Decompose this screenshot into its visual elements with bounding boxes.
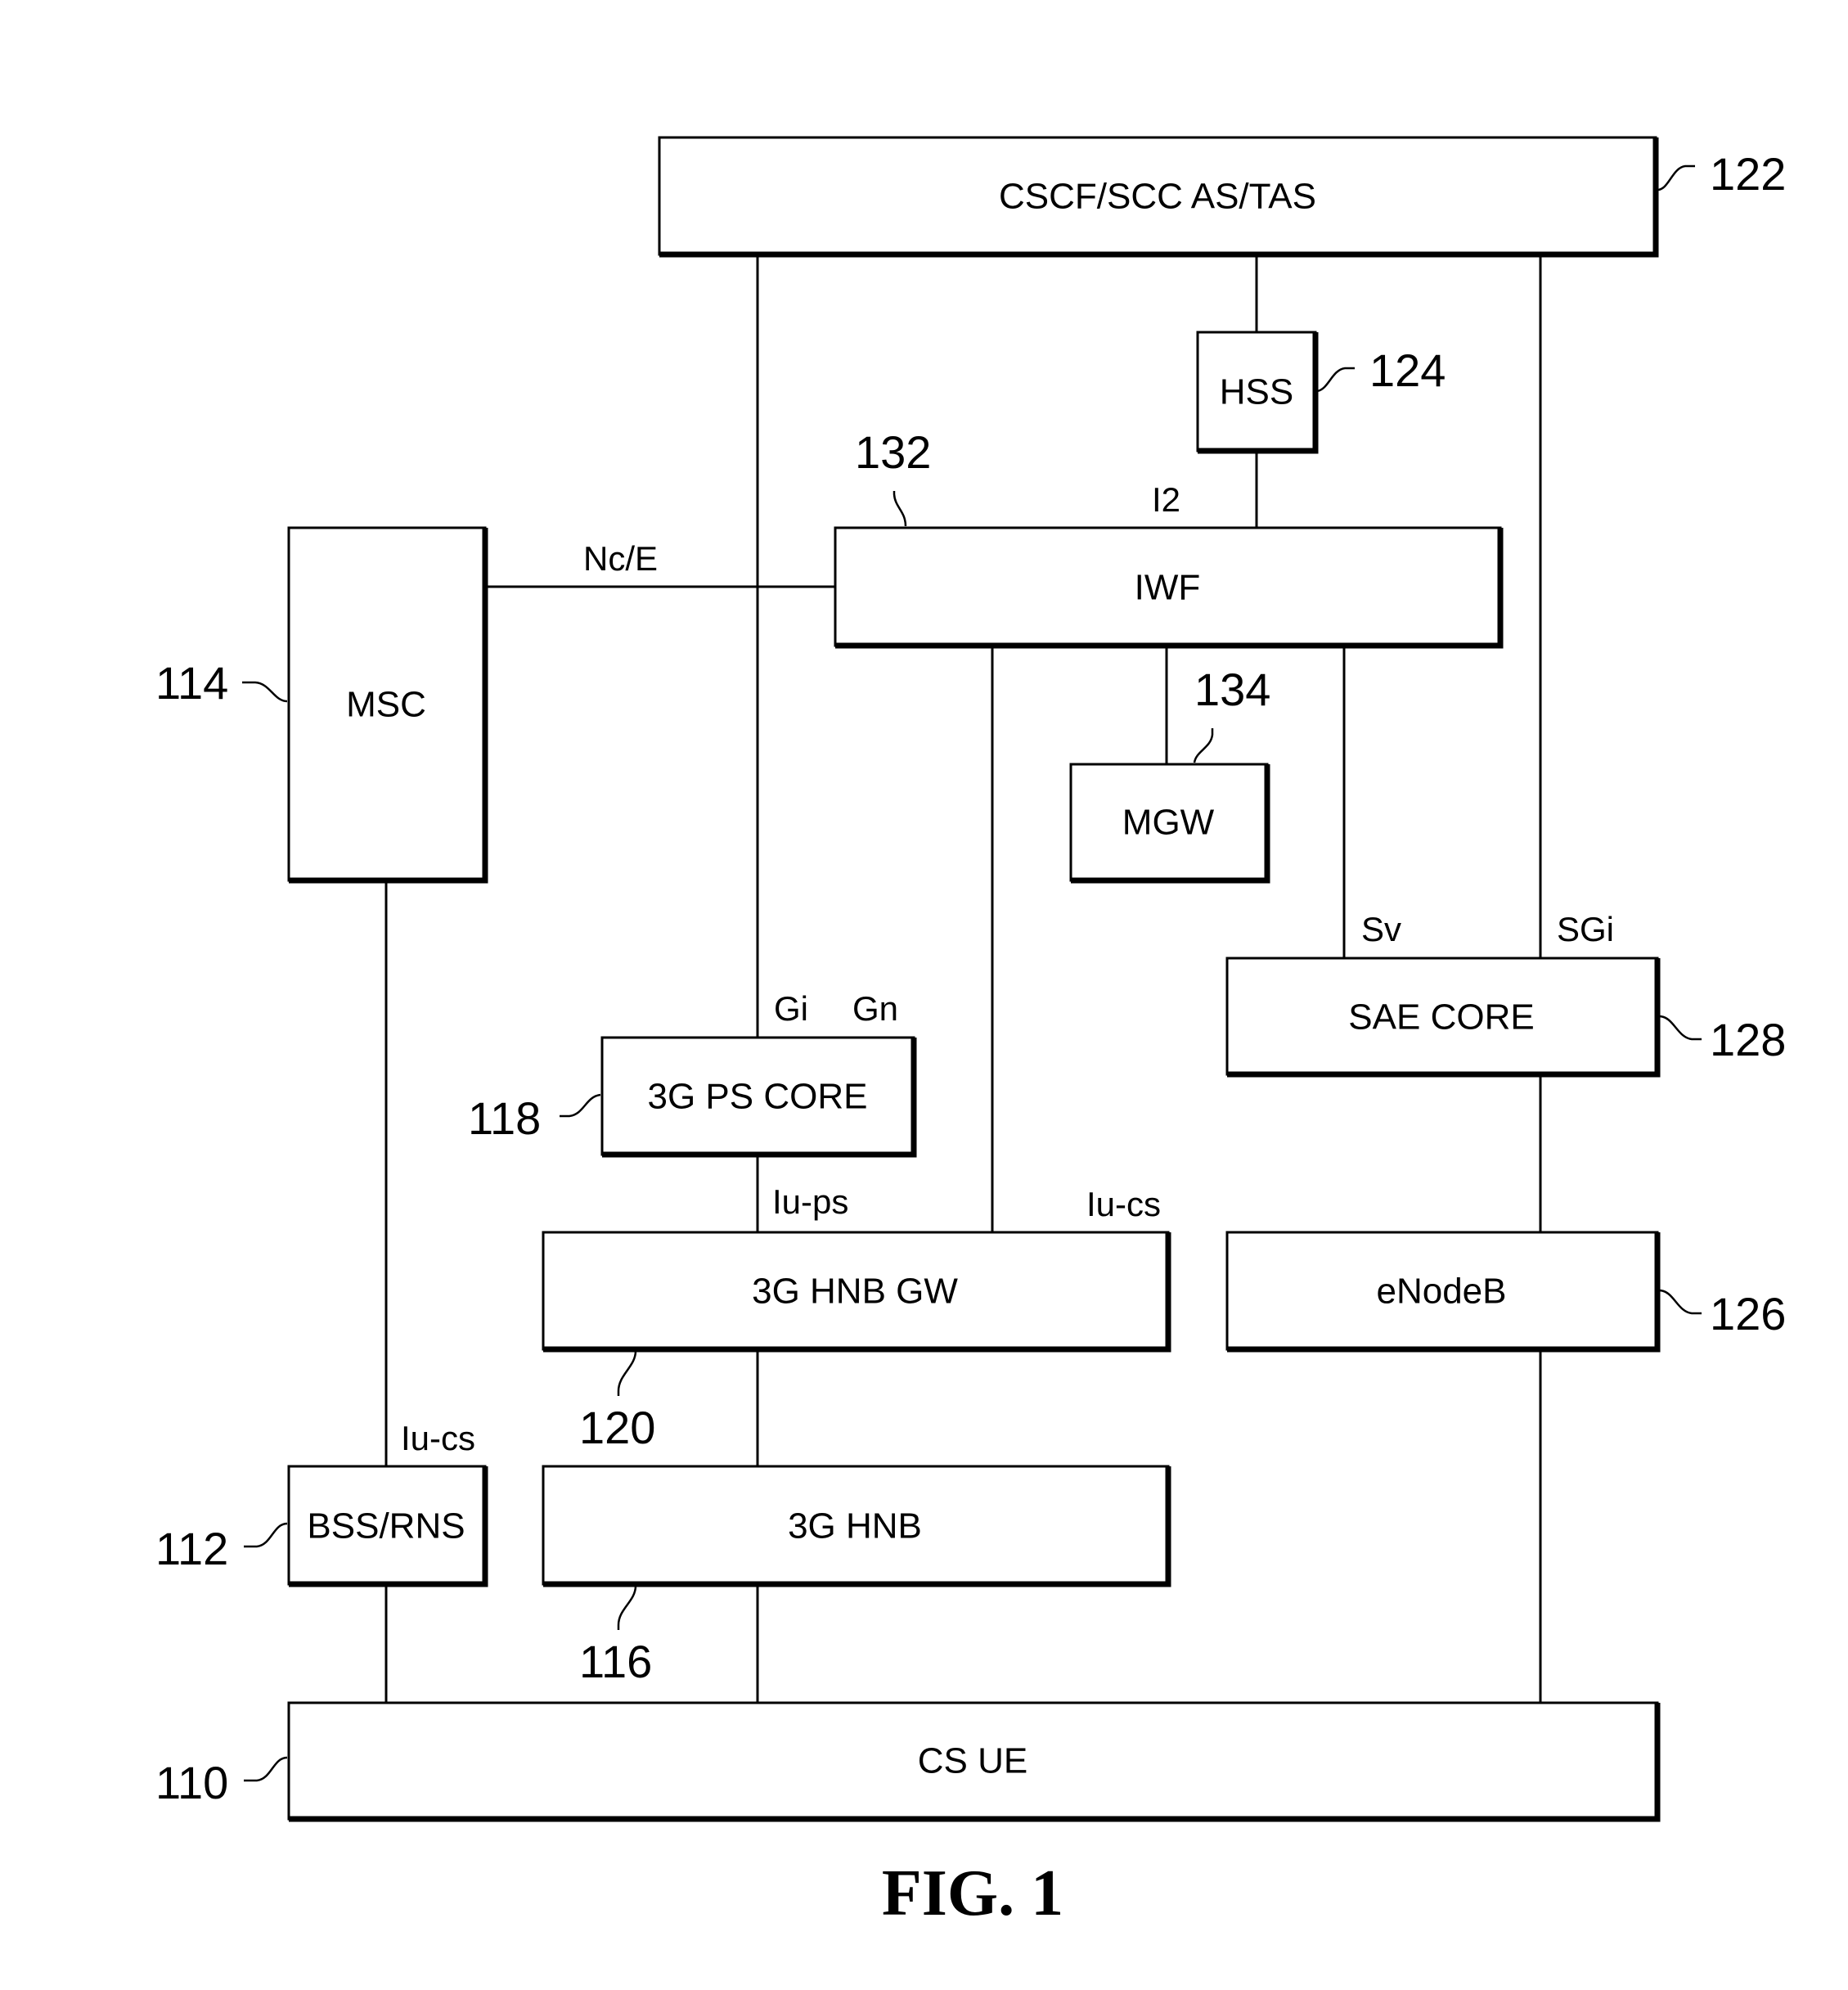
leader-line-132 [893, 491, 907, 527]
leader-line-112 [244, 1522, 288, 1548]
ref-numeral-134: 134 [1194, 664, 1270, 715]
ref-numeral-128: 128 [1710, 1014, 1786, 1065]
node-label: 3G PS CORE [648, 1077, 868, 1117]
node-mgw: MGW [1069, 763, 1270, 884]
leader-line-114 [242, 681, 288, 703]
node-label: BSS/RNS [307, 1506, 465, 1547]
node-3g-ps-core: 3G PS CORE [600, 1036, 917, 1158]
leader-line-124 [1316, 367, 1355, 393]
interface-label-sgi: SGi [1557, 910, 1614, 948]
node-cscf: CSCF/SCC AS/TAS [658, 136, 1659, 258]
leader-line-118 [560, 1093, 601, 1118]
node-label: IWF [1135, 568, 1201, 608]
network-diagram: CSCF/SCC AS/TAS HSS IWF MSC MGW SAE CORE… [155, 136, 1786, 1929]
node-bss-rns: BSS/RNS [287, 1465, 488, 1587]
node-hss: HSS [1196, 331, 1319, 454]
node-msc: MSC [287, 526, 488, 884]
leader-line-120 [617, 1350, 637, 1396]
interface-label-gn: Gn [852, 989, 898, 1028]
interface-label-nce: Nc/E [583, 539, 658, 578]
ref-numeral-126: 126 [1710, 1288, 1786, 1339]
node-cs-ue: CS UE [287, 1701, 1661, 1822]
leader-line-134 [1193, 728, 1214, 763]
interface-label-sv: Sv [1361, 910, 1401, 948]
node-label: HSS [1220, 372, 1293, 412]
ref-numeral-120: 120 [579, 1402, 655, 1453]
ref-numeral-110: 110 [155, 1757, 228, 1808]
ref-numeral-112: 112 [155, 1523, 228, 1574]
node-label: MGW [1122, 803, 1215, 843]
ref-numeral-132: 132 [855, 426, 931, 478]
ref-numeral-114: 114 [155, 657, 228, 709]
interface-label-iu-cs-bss: Iu-cs [401, 1419, 475, 1457]
ref-numeral-124: 124 [1369, 344, 1446, 396]
leader-line-122 [1657, 164, 1695, 191]
leader-line-128 [1658, 1015, 1702, 1041]
node-sae-core: SAE CORE [1225, 957, 1661, 1078]
node-3g-hnb: 3G HNB [542, 1465, 1171, 1587]
node-label: CS UE [918, 1741, 1027, 1781]
ref-numeral-118: 118 [468, 1092, 541, 1144]
ref-numeral-116: 116 [579, 1636, 652, 1687]
node-label: CSCF/SCC AS/TAS [999, 177, 1316, 217]
node-label: 3G HNB GW [752, 1272, 958, 1312]
interface-label-iu-cs-hnbgw: Iu-cs [1086, 1185, 1161, 1223]
node-enodeb: eNodeB [1225, 1231, 1661, 1353]
node-label: SAE CORE [1348, 997, 1534, 1038]
node-iwf: IWF [834, 526, 1504, 649]
ref-numeral-122: 122 [1710, 148, 1786, 200]
interface-label-iu-ps: Iu-ps [772, 1182, 848, 1221]
node-label: eNodeB [1376, 1272, 1506, 1312]
node-label: 3G HNB [788, 1506, 922, 1547]
interface-label-gi: Gi [774, 989, 808, 1028]
interface-label-i2: I2 [1152, 480, 1180, 519]
leader-line-116 [617, 1585, 637, 1630]
node-label: MSC [346, 685, 426, 725]
leader-line-110 [244, 1756, 288, 1782]
figure-caption: FIG. 1 [882, 1857, 1063, 1929]
leader-line-126 [1658, 1289, 1702, 1315]
node-3g-hnb-gw: 3G HNB GW [542, 1231, 1171, 1353]
